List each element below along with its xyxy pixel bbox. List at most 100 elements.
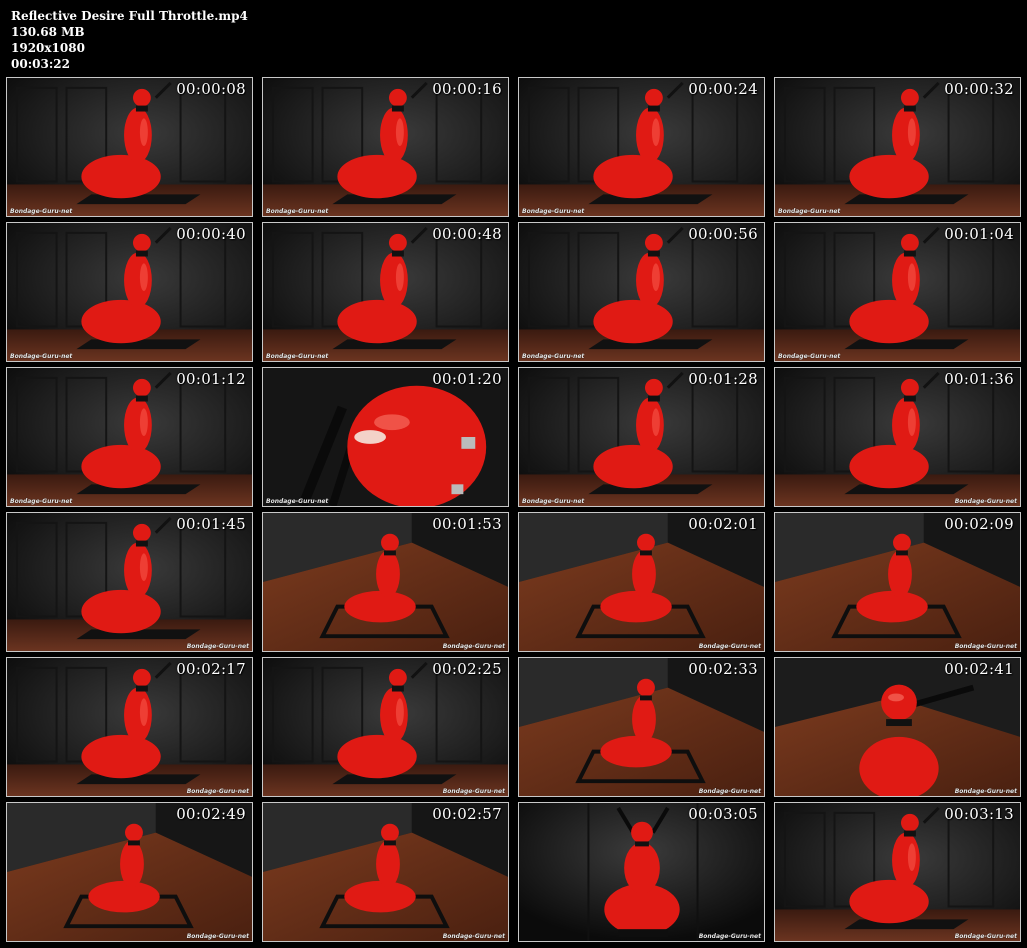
- thumbnail-watermark: Bondage-Guru-net: [442, 643, 505, 650]
- thumbnail: 00:02:57 Bondage-Guru-net: [262, 802, 509, 942]
- thumbnail-image: [263, 368, 508, 506]
- thumbnail-timestamp: 00:02:25: [432, 660, 502, 678]
- thumbnail-watermark: Bondage-Guru-net: [266, 208, 329, 215]
- thumbnail: 00:01:45 Bondage-Guru-net: [6, 512, 253, 652]
- thumbnail-timestamp: 00:00:56: [688, 225, 758, 243]
- file-name: Reflective Desire Full Throttle.mp4: [11, 9, 248, 23]
- thumbnail-timestamp: 00:02:09: [944, 515, 1014, 533]
- thumbnail-image: [263, 78, 508, 216]
- thumbnail: 00:02:41 Bondage-Guru-net: [774, 657, 1021, 797]
- thumbnail-image: [7, 513, 252, 651]
- thumbnail-image: [7, 223, 252, 361]
- thumbnail-timestamp: 00:01:12: [176, 370, 246, 388]
- thumbnail-timestamp: 00:01:45: [176, 515, 246, 533]
- thumbnail-watermark: Bondage-Guru-net: [186, 933, 249, 940]
- thumbnail-watermark: Bondage-Guru-net: [442, 788, 505, 795]
- thumbnail-image: [7, 658, 252, 796]
- thumbnail: 00:01:20 Bondage-Guru-net: [262, 367, 509, 507]
- thumbnail: 00:00:32 Bondage-Guru-net: [774, 77, 1021, 217]
- thumbnail-image: [263, 803, 508, 941]
- thumbnail-image: [775, 223, 1020, 361]
- thumbnail: 00:00:24 Bondage-Guru-net: [518, 77, 765, 217]
- thumbnail: 00:01:53 Bondage-Guru-net: [262, 512, 509, 652]
- thumbnail: 00:02:25 Bondage-Guru-net: [262, 657, 509, 797]
- thumbnail-timestamp: 00:00:32: [944, 80, 1014, 98]
- thumbnail-watermark: Bondage-Guru-net: [266, 353, 329, 360]
- thumbnail-image: [519, 513, 764, 651]
- thumbnail: 00:00:56 Bondage-Guru-net: [518, 222, 765, 362]
- thumbnail: 00:01:04 Bondage-Guru-net: [774, 222, 1021, 362]
- thumbnail: 00:00:16 Bondage-Guru-net: [262, 77, 509, 217]
- thumbnail-watermark: Bondage-Guru-net: [522, 498, 585, 505]
- file-duration: 00:03:22: [11, 57, 70, 71]
- thumbnail-image: [519, 223, 764, 361]
- thumbnail: 00:03:05 Bondage-Guru-net: [518, 802, 765, 942]
- thumbnail-watermark: Bondage-Guru-net: [954, 498, 1017, 505]
- thumbnail-watermark: Bondage-Guru-net: [186, 643, 249, 650]
- thumbnail-timestamp: 00:01:20: [432, 370, 502, 388]
- thumbnail: 00:01:12 Bondage-Guru-net: [6, 367, 253, 507]
- thumbnail-watermark: Bondage-Guru-net: [698, 643, 761, 650]
- thumbnail-timestamp: 00:02:49: [176, 805, 246, 823]
- thumbnail-image: [7, 78, 252, 216]
- thumbnail-image: [775, 803, 1020, 941]
- thumbnail: 00:00:08 Bondage-Guru-net: [6, 77, 253, 217]
- thumbnail: 00:02:33 Bondage-Guru-net: [518, 657, 765, 797]
- thumbnail-watermark: Bondage-Guru-net: [778, 353, 841, 360]
- thumbnail-watermark: Bondage-Guru-net: [698, 933, 761, 940]
- thumbnail-timestamp: 00:01:04: [944, 225, 1014, 243]
- thumbnail-watermark: Bondage-Guru-net: [186, 788, 249, 795]
- thumbnail-watermark: Bondage-Guru-net: [442, 933, 505, 940]
- thumbnail-image: [519, 658, 764, 796]
- thumbnail-image: [775, 658, 1020, 796]
- thumbnail-timestamp: 00:03:05: [688, 805, 758, 823]
- thumbnail: 00:02:09 Bondage-Guru-net: [774, 512, 1021, 652]
- thumbnail-timestamp: 00:03:13: [944, 805, 1014, 823]
- thumbnail-grid: 00:00:08 Bondage-Guru-net 00:00:16 Bondage…: [6, 77, 1022, 943]
- thumbnail: 00:00:40 Bondage-Guru-net: [6, 222, 253, 362]
- thumbnail: 00:01:36 Bondage-Guru-net: [774, 367, 1021, 507]
- thumbnail-timestamp: 00:01:28: [688, 370, 758, 388]
- thumbnail-timestamp: 00:01:53: [432, 515, 502, 533]
- thumbnail-timestamp: 00:02:41: [944, 660, 1014, 678]
- thumbnail-image: [775, 368, 1020, 506]
- thumbnail: 00:00:48 Bondage-Guru-net: [262, 222, 509, 362]
- thumbnail-watermark: Bondage-Guru-net: [954, 643, 1017, 650]
- thumbnail: 00:02:01 Bondage-Guru-net: [518, 512, 765, 652]
- thumbnail-timestamp: 00:00:24: [688, 80, 758, 98]
- thumbnail-timestamp: 00:00:08: [176, 80, 246, 98]
- thumbnail-image: [775, 78, 1020, 216]
- thumbnail: 00:02:49 Bondage-Guru-net: [6, 802, 253, 942]
- thumbnail-timestamp: 00:01:36: [944, 370, 1014, 388]
- thumbnail-watermark: Bondage-Guru-net: [954, 788, 1017, 795]
- thumbnail: 00:03:13 Bondage-Guru-net: [774, 802, 1021, 942]
- thumbnail-timestamp: 00:00:16: [432, 80, 502, 98]
- thumbnail-image: [263, 658, 508, 796]
- thumbnail-watermark: Bondage-Guru-net: [10, 208, 73, 215]
- thumbnail-timestamp: 00:00:48: [432, 225, 502, 243]
- thumbnail-image: [775, 513, 1020, 651]
- file-resolution: 1920x1080: [11, 41, 85, 55]
- thumbnail-image: [7, 368, 252, 506]
- thumbnail-image: [519, 803, 764, 941]
- thumbnail-watermark: Bondage-Guru-net: [266, 498, 329, 505]
- thumbnail-image: [263, 513, 508, 651]
- thumbnail-watermark: Bondage-Guru-net: [10, 498, 73, 505]
- thumbnail-timestamp: 00:02:57: [432, 805, 502, 823]
- thumbnail-watermark: Bondage-Guru-net: [522, 208, 585, 215]
- contact-sheet: Reflective Desire Full Throttle.mp4 130.…: [0, 0, 1027, 948]
- thumbnail-watermark: Bondage-Guru-net: [954, 933, 1017, 940]
- file-size: 130.68 MB: [11, 25, 85, 39]
- thumbnail-timestamp: 00:02:33: [688, 660, 758, 678]
- thumbnail-watermark: Bondage-Guru-net: [778, 208, 841, 215]
- thumbnail-watermark: Bondage-Guru-net: [698, 788, 761, 795]
- thumbnail-image: [7, 803, 252, 941]
- thumbnail-image: [519, 78, 764, 216]
- thumbnail-timestamp: 00:02:17: [176, 660, 246, 678]
- thumbnail: 00:01:28 Bondage-Guru-net: [518, 367, 765, 507]
- thumbnail-timestamp: 00:00:40: [176, 225, 246, 243]
- thumbnail-image: [519, 368, 764, 506]
- thumbnail-timestamp: 00:02:01: [688, 515, 758, 533]
- file-info: Reflective Desire Full Throttle.mp4 130.…: [11, 8, 248, 72]
- thumbnail-image: [263, 223, 508, 361]
